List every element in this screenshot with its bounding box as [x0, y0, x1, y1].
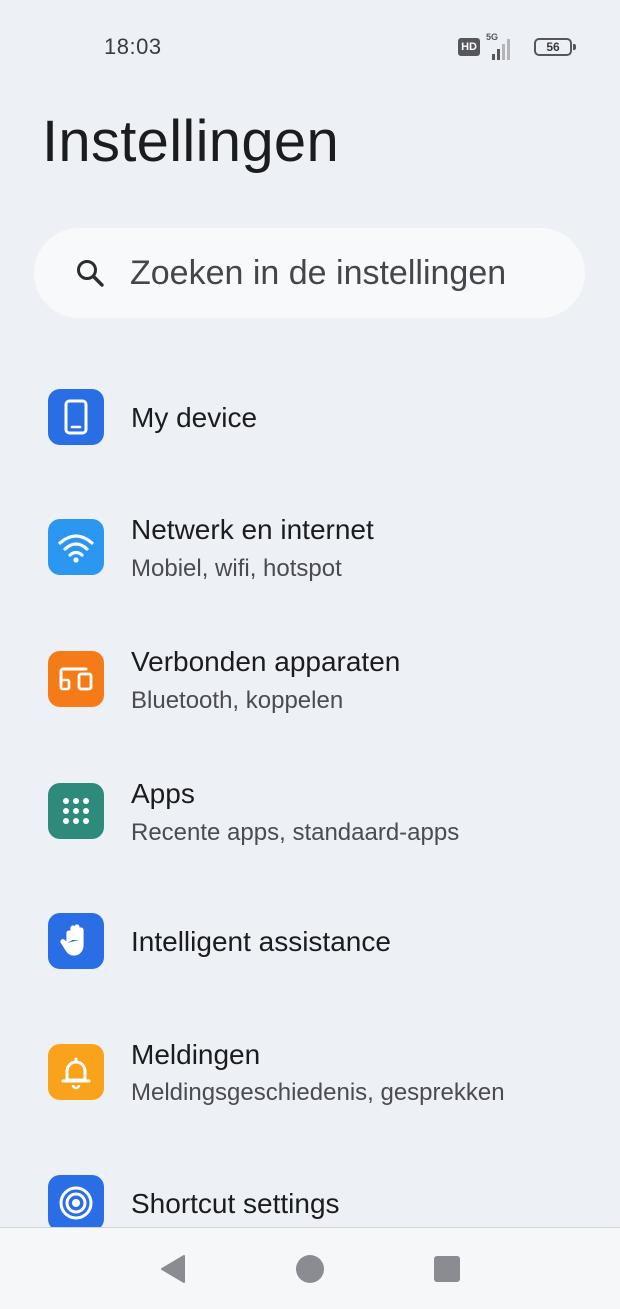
navigation-bar: [0, 1227, 620, 1309]
connected-devices-icon: [48, 651, 104, 707]
status-icons: HD 5G 56: [458, 32, 576, 60]
search-placeholder: Zoeken in de instellingen: [130, 253, 507, 292]
settings-item-title: Shortcut settings: [131, 1188, 340, 1219]
network-type-label: 5G: [486, 32, 499, 42]
wifi-icon: [48, 519, 104, 575]
back-icon[interactable]: [158, 1254, 188, 1284]
status-time: 18:03: [104, 34, 162, 59]
settings-item-subtitle: Meldingsgeschiedenis, gesprekken: [131, 1079, 505, 1106]
settings-item-apps[interactable]: Apps Recente apps, standaard-apps: [0, 764, 620, 884]
phone-icon: [48, 389, 104, 445]
page-title: Instellingen: [42, 109, 340, 174]
hd-badge: HD: [458, 38, 480, 56]
settings-item-my-device[interactable]: My device: [0, 380, 620, 500]
settings-item-title: Apps: [131, 778, 195, 809]
settings-item-title: Meldingen: [131, 1039, 261, 1070]
shortcut-icon: [48, 1175, 104, 1231]
settings-item-subtitle: Recente apps, standaard-apps: [131, 819, 460, 846]
bell-icon: [48, 1044, 104, 1100]
settings-item-subtitle: Bluetooth, koppelen: [131, 687, 344, 714]
home-icon[interactable]: [295, 1254, 325, 1284]
search-icon: [72, 255, 108, 291]
settings-item-title: Verbonden apparaten: [131, 646, 401, 677]
signal-icon: 5G: [486, 32, 522, 60]
settings-item-network[interactable]: Netwerk en internet Mobiel, wifi, hotspo…: [0, 500, 620, 620]
status-bar: 18:03 HD 5G 56: [0, 0, 620, 92]
apps-grid-icon: [48, 783, 104, 839]
search-bar[interactable]: Zoeken in de instellingen: [34, 228, 585, 318]
settings-item-title: My device: [131, 402, 258, 433]
settings-item-connected-devices[interactable]: Verbonden apparaten Bluetooth, koppelen: [0, 632, 620, 752]
battery-icon: 56: [534, 38, 576, 56]
settings-item-subtitle: Mobiel, wifi, hotspot: [131, 555, 342, 582]
recents-icon[interactable]: [432, 1254, 462, 1284]
settings-item-title: Intelligent assistance: [131, 926, 391, 957]
settings-item-title: Netwerk en internet: [131, 514, 374, 545]
battery-level: 56: [546, 40, 560, 54]
hand-icon: [48, 913, 104, 969]
settings-item-notifications[interactable]: Meldingen Meldingsgeschiedenis, gesprekk…: [0, 1026, 620, 1146]
settings-item-intelligent-assistance[interactable]: Intelligent assistance: [0, 884, 620, 1004]
